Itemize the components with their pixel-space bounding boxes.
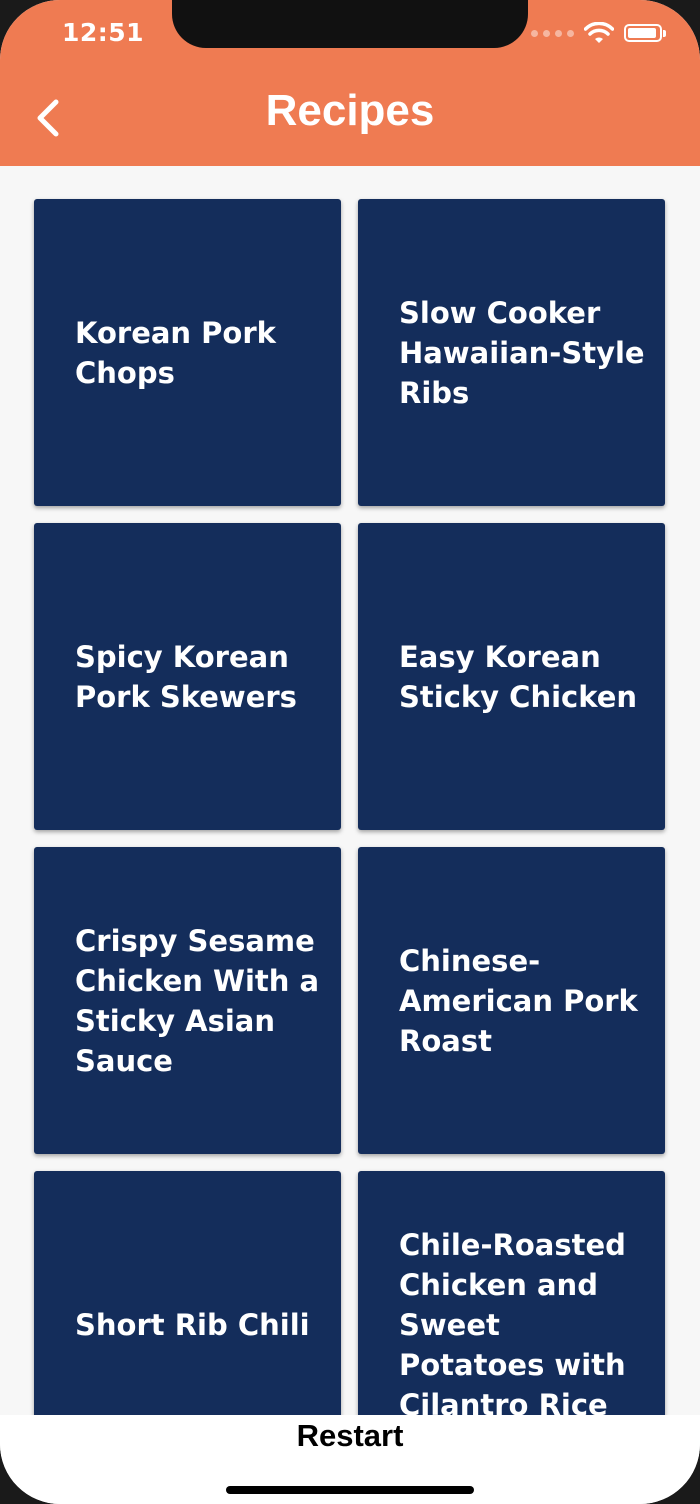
recipe-title: Easy Korean Sticky Chicken	[399, 639, 638, 714]
recipe-title: Crispy Sesame Chicken With a Sticky Asia…	[75, 923, 320, 1078]
recipe-card[interactable]: Korean Pork Chops	[34, 199, 341, 506]
recipe-card[interactable]: Slow Cooker Hawaiian-Style Ribs	[358, 199, 665, 506]
status-time: 12:51	[62, 18, 145, 47]
recipe-title: Slow Cooker Hawaiian-Style Ribs	[399, 295, 645, 410]
recipe-card[interactable]: Crispy Sesame Chicken With a Sticky Asia…	[34, 847, 341, 1154]
recipe-title: Chinese-American Pork Roast	[399, 943, 638, 1058]
recipe-card[interactable]: Chinese-American Pork Roast	[358, 847, 665, 1154]
header-bar: 12:51 Recipes	[0, 0, 700, 166]
status-icons	[531, 22, 666, 44]
recipe-card[interactable]: Spicy Korean Pork Skewers	[34, 523, 341, 830]
restart-button[interactable]: Restart	[0, 1418, 700, 1454]
notch	[172, 0, 528, 48]
home-indicator	[226, 1486, 474, 1494]
recipe-title: Short Rib Chili	[75, 1307, 310, 1342]
wifi-icon	[584, 22, 614, 43]
recipe-title: Korean Pork Chops	[75, 315, 276, 390]
signal-icon	[531, 29, 574, 37]
recipe-title: Spicy Korean Pork Skewers	[75, 639, 297, 714]
page-title: Recipes	[265, 86, 435, 135]
recipe-card[interactable]: Easy Korean Sticky Chicken	[358, 523, 665, 830]
recipe-grid: Korean Pork Chops Slow Cooker Hawaiian-S…	[34, 199, 666, 1478]
recipe-title: Chile-Roasted Chicken and Sweet Potatoes…	[399, 1227, 626, 1422]
phone-screen: 12:51 Recipes Korean Pork Chops Slow Coo…	[0, 0, 700, 1504]
battery-icon	[624, 24, 666, 42]
